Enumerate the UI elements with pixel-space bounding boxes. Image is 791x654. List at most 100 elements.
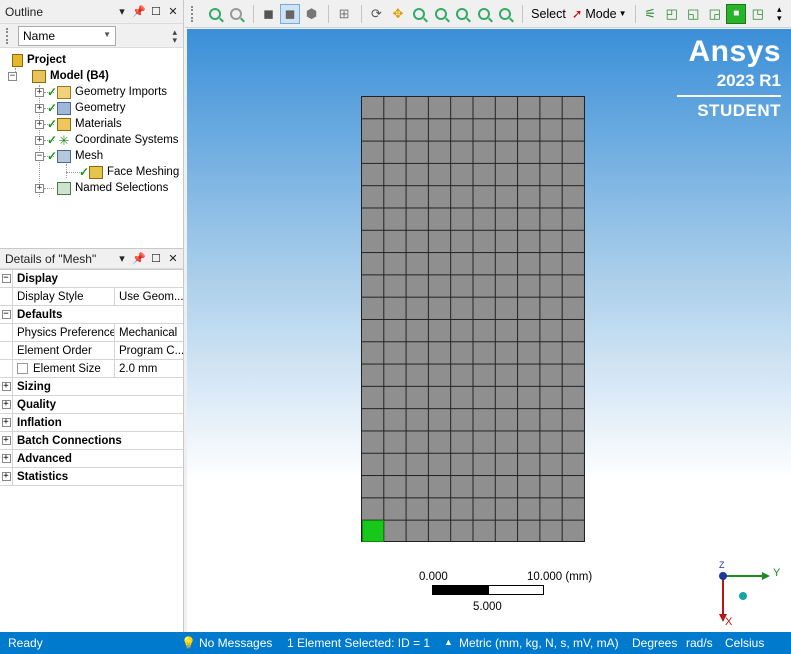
status-angle-units[interactable]: Degrees	[632, 636, 677, 650]
axis-triad[interactable]: Y X Z	[707, 560, 787, 629]
lightbulb-icon: 💡	[181, 636, 196, 650]
expand-icon[interactable]: +	[35, 119, 44, 129]
tree-item-geometry[interactable]: + ✓ Geometry	[35, 100, 126, 116]
selected-mesh-element[interactable]	[362, 520, 384, 542]
iso-view-icon[interactable]: ◼	[259, 4, 278, 24]
collapse-icon[interactable]: −	[8, 71, 17, 81]
expand-icon[interactable]: +	[35, 135, 44, 145]
group-display[interactable]: − Display	[0, 270, 183, 288]
element-select-icon[interactable]: ◳	[748, 4, 767, 24]
collapse-icon[interactable]: −	[35, 151, 44, 161]
coordinate-systems-icon: ✳	[58, 132, 70, 148]
scale-bar	[432, 585, 544, 595]
group-statistics[interactable]: + Statistics	[0, 468, 183, 486]
expand-icon[interactable]: +	[35, 87, 44, 97]
tree-item-mesh[interactable]: − ✓ Mesh	[35, 148, 103, 164]
outline-title: Outline	[5, 4, 44, 19]
status-temp-units[interactable]: Celsius	[725, 636, 764, 650]
face-select-icon[interactable]: ◲	[705, 4, 724, 24]
tree-item-model[interactable]: − Model (B4)	[8, 68, 109, 84]
group-batch-connections[interactable]: + Batch Connections	[0, 432, 183, 450]
expand-icon[interactable]: +	[1, 436, 11, 445]
group-advanced[interactable]: + Advanced	[0, 450, 183, 468]
tree-item-geometry-imports[interactable]: + ✓ Geometry Imports	[35, 84, 167, 100]
check-icon: ✓	[47, 85, 58, 99]
prop-element-order[interactable]: Element Order Program C...	[0, 342, 183, 360]
collapse-icon[interactable]: −	[1, 310, 11, 319]
close-icon[interactable]: ✕	[166, 252, 180, 265]
details-title-bar: Details of "Mesh" ▾ 📌 ☐ ✕	[0, 248, 183, 269]
zoom-to-fit-icon[interactable]	[453, 4, 472, 24]
outline-tree: Project − Model (B4) + ✓ Geometry Import…	[0, 48, 183, 244]
toolbar-overflow-icon[interactable]: ▴ ▾	[769, 4, 788, 24]
mode-button[interactable]: ➚ Mode ▼	[572, 6, 627, 22]
prop-element-size[interactable]: Element Size 2.0 mm	[0, 360, 183, 378]
group-quality[interactable]: + Quality	[0, 396, 183, 414]
pin-icon[interactable]: 📌	[132, 252, 146, 265]
axis-y-label: Y	[773, 567, 781, 579]
vertex-select-icon[interactable]: ◰	[662, 4, 681, 24]
zoom-in-icon[interactable]	[205, 4, 224, 24]
axis-x-label: X	[725, 616, 733, 628]
rotate-icon[interactable]: ⟳	[367, 4, 386, 24]
box-zoom-mag-icon[interactable]	[431, 4, 450, 24]
zoom-icon[interactable]	[410, 4, 429, 24]
grip-icon	[191, 5, 197, 22]
outline-panel: Outline ▾ 📌 ☐ ✕ Name ▼ ▴ ▾ Project − Mod…	[0, 0, 184, 248]
expand-icon[interactable]: +	[1, 418, 11, 427]
body-select-icon[interactable]: ■	[726, 3, 746, 24]
select-tool-icon-1[interactable]: ⚟	[641, 4, 660, 24]
maximize-icon[interactable]: ☐	[149, 5, 163, 18]
graphics-viewport[interactable]: Ansys 2023 R1 STUDENT 0.000 10.000 (mm) …	[187, 29, 791, 632]
group-inflation[interactable]: + Inflation	[0, 414, 183, 432]
dropdown-arrow-icon[interactable]: ▾	[115, 252, 129, 265]
scale-end-label: 10.000 (mm)	[527, 571, 593, 583]
project-icon	[12, 53, 23, 67]
dropdown-arrow-icon[interactable]: ▾	[115, 5, 129, 18]
group-defaults[interactable]: − Defaults	[0, 306, 183, 324]
caret-up-icon[interactable]: ▲	[444, 637, 453, 647]
materials-icon	[57, 117, 71, 131]
status-selection: 1 Element Selected: ID = 1	[287, 636, 431, 650]
previous-view-icon[interactable]	[496, 4, 515, 24]
shaded-view-icon[interactable]: ◼	[280, 3, 300, 24]
view-options-icon[interactable]: ⬢	[302, 4, 321, 24]
scale-start-label: 0.000	[419, 571, 448, 583]
prop-physics-preference[interactable]: Physics Preference Mechanical	[0, 324, 183, 342]
expand-icon[interactable]: +	[1, 472, 11, 481]
magnifier-icon[interactable]	[474, 4, 493, 24]
outline-filter-row: Name ▼ ▴ ▾	[0, 24, 183, 48]
expand-icon[interactable]: +	[1, 454, 11, 463]
expand-icon[interactable]: +	[35, 183, 44, 193]
zoom-out-icon[interactable]	[226, 4, 245, 24]
edge-select-icon[interactable]: ◱	[683, 4, 702, 24]
expand-collapse-icon[interactable]: ▴ ▾	[172, 27, 177, 44]
mesh-body[interactable]	[361, 96, 585, 542]
outline-filter-select[interactable]: Name ▼	[18, 25, 116, 46]
expand-icon[interactable]: +	[1, 382, 11, 391]
tree-item-face-meshing[interactable]: ✓ Face Meshing	[79, 164, 179, 180]
grip-icon	[6, 27, 12, 44]
expand-icon[interactable]: +	[35, 103, 44, 113]
status-units[interactable]: Metric (mm, kg, N, s, mV, mA)	[459, 636, 619, 650]
parameter-checkbox[interactable]	[17, 363, 28, 374]
maximize-icon[interactable]: ☐	[149, 252, 163, 265]
tree-item-named-selections[interactable]: + Named Selections	[35, 180, 168, 196]
tree-item-project[interactable]: Project	[12, 52, 66, 68]
prop-display-style[interactable]: Display Style Use Geom...	[0, 288, 183, 306]
tree-item-materials[interactable]: + ✓ Materials	[35, 116, 122, 132]
check-icon: ✓	[47, 149, 58, 163]
select-button[interactable]: Select	[531, 7, 566, 21]
check-icon: ✓	[79, 165, 90, 179]
expand-icon[interactable]: +	[1, 400, 11, 409]
group-sizing[interactable]: + Sizing	[0, 378, 183, 396]
pan-icon[interactable]: ✥	[388, 4, 407, 24]
tree-item-coordinate-systems[interactable]: + ✓ ✳ Coordinate Systems	[35, 132, 179, 148]
close-icon[interactable]: ✕	[166, 5, 180, 18]
status-messages[interactable]: No Messages	[199, 636, 272, 650]
collapse-icon[interactable]: −	[1, 274, 11, 283]
status-rate-units[interactable]: rad/s	[686, 636, 713, 650]
outline-title-bar: Outline ▾ 📌 ☐ ✕	[0, 0, 183, 24]
pin-icon[interactable]: 📌	[132, 5, 146, 18]
box-zoom-icon[interactable]: ⊞	[334, 4, 353, 24]
